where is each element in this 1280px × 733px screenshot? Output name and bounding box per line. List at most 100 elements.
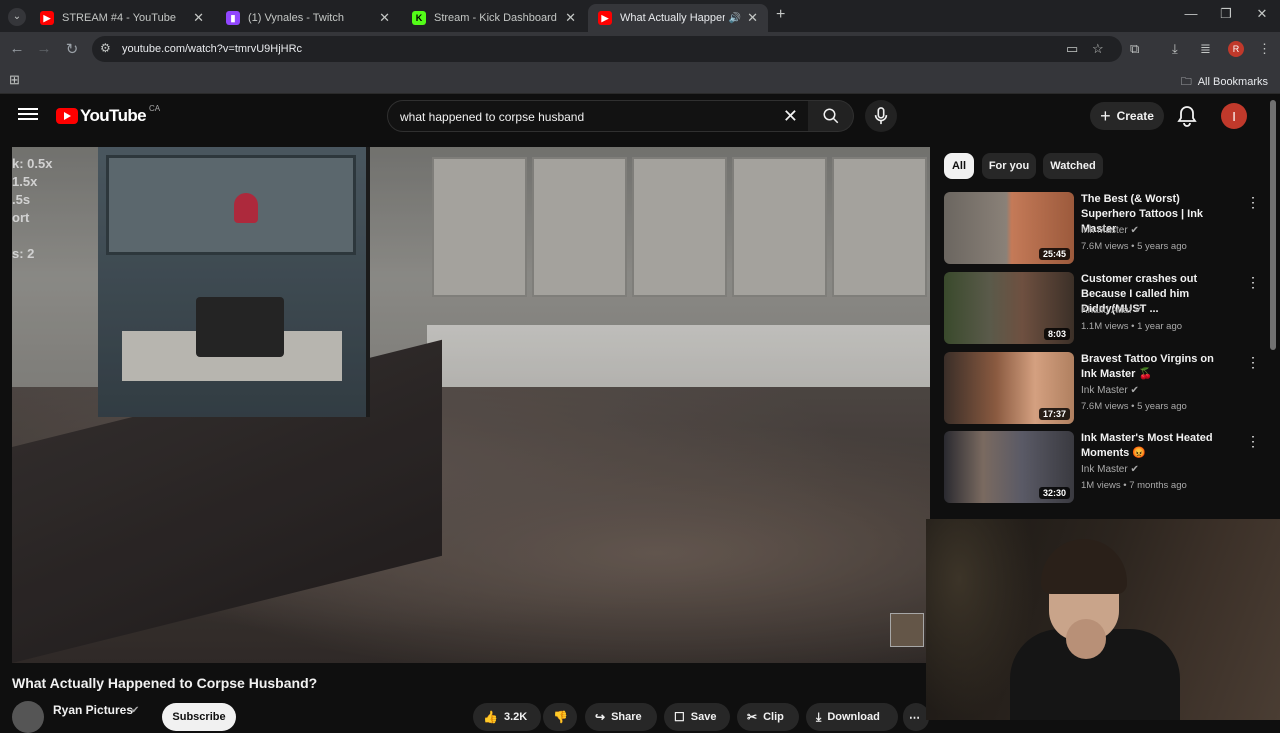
browser-tab-twitch[interactable]: ▮ (1) Vynales - Twitch ✕ — [216, 4, 400, 32]
chip-all[interactable]: All — [944, 153, 974, 179]
browser-menu-icon[interactable]: ⋮ — [1258, 41, 1271, 57]
kick-favicon-icon: K — [412, 11, 426, 25]
voice-search-button[interactable] — [865, 100, 897, 132]
recommendation-item[interactable]: 8:03 Customer crashes out Because I call… — [944, 272, 1264, 346]
scissors-icon: ✂ — [747, 710, 758, 724]
duration-badge: 32:30 — [1038, 487, 1070, 499]
kebab-menu-icon[interactable]: ⋮ — [1246, 354, 1260, 371]
webcam-person-hair — [1041, 539, 1127, 594]
verified-icon: ✔ — [131, 705, 140, 716]
bookmarks-bar: ⊞ 🗀 All Bookmarks — [0, 66, 1280, 94]
speaker-icon[interactable]: 🔊 — [729, 13, 741, 24]
video-player[interactable]: k: 0.5x 1.5x .5s ort s: 2 — [12, 147, 930, 663]
account-avatar[interactable]: I — [1221, 103, 1247, 129]
recommendation-meta: 7.6M views • 5 years ago — [1081, 241, 1187, 252]
like-count: 3.2K — [503, 711, 528, 723]
page-scrollbar[interactable] — [1270, 100, 1276, 350]
profile-avatar[interactable]: R — [1228, 41, 1244, 57]
kebab-menu-icon[interactable]: ⋮ — [1246, 194, 1260, 211]
tab-search-icon[interactable]: ⌄ — [8, 8, 26, 26]
like-button[interactable]: 👍 3.2K — [473, 703, 541, 731]
reload-icon[interactable]: ↻ — [62, 40, 82, 58]
verified-icon: ✔ — [1130, 225, 1139, 236]
chip-watched[interactable]: Watched — [1043, 153, 1103, 179]
close-tab-icon[interactable]: ✕ — [565, 10, 576, 26]
cast-icon[interactable]: ▭ — [1066, 41, 1078, 57]
thumbs-down-icon: 👎 — [553, 710, 568, 724]
menu-icon[interactable] — [18, 105, 38, 125]
create-button[interactable]: + Create — [1090, 102, 1164, 130]
verified-icon: ✔ — [1130, 464, 1139, 475]
video-thumbnail[interactable]: 17:37 — [944, 352, 1074, 424]
bookmark-star-icon[interactable]: ☆ — [1092, 41, 1104, 57]
search-input[interactable]: what happened to corpse husband ✕ — [387, 100, 809, 132]
share-label: Share — [611, 711, 642, 723]
recommendation-meta: 1.1M views • 1 year ago — [1081, 321, 1183, 332]
duration-badge: 17:37 — [1038, 408, 1070, 420]
channel-name[interactable]: Ryan Pictures — [53, 703, 133, 717]
recommendation-item[interactable]: 17:37 Bravest Tattoo Virgins on Ink Mast… — [944, 352, 1264, 426]
forward-icon[interactable]: → — [34, 40, 54, 57]
tab-title: What Actually Happened to — [620, 12, 725, 24]
subscribe-button[interactable]: Subscribe — [162, 703, 236, 731]
recommendation-item[interactable]: 25:45 The Best (& Worst) Superhero Tatto… — [944, 192, 1264, 266]
minimize-icon[interactable]: — — [1176, 6, 1206, 21]
back-icon[interactable]: ← — [7, 40, 27, 57]
search-button[interactable] — [808, 100, 854, 132]
close-tab-icon[interactable]: ✕ — [193, 10, 204, 26]
video-title: What Actually Happened to Corpse Husband… — [12, 675, 318, 691]
downloads-icon[interactable]: ⤓ — [1172, 41, 1178, 57]
save-button[interactable]: ☐ Save — [664, 703, 730, 731]
youtube-logo[interactable]: YouTube CA — [56, 104, 160, 126]
youtube-favicon-icon: ▶ — [40, 11, 54, 25]
new-tab-icon[interactable]: + — [776, 6, 785, 24]
restore-icon[interactable]: ❐ — [1211, 6, 1241, 22]
clear-search-icon[interactable]: ✕ — [783, 106, 798, 127]
site-info-icon[interactable]: ⚙ — [100, 41, 111, 55]
close-tab-icon[interactable]: ✕ — [379, 10, 390, 26]
save-label: Save — [690, 711, 717, 723]
extensions-icon[interactable]: ⧉ — [1130, 41, 1139, 57]
youtube-play-icon — [56, 108, 78, 124]
kebab-menu-icon[interactable]: ⋮ — [1246, 433, 1260, 450]
youtube-favicon-icon: ▶ — [598, 11, 612, 25]
channel-label: Ink Master — [1081, 225, 1128, 236]
share-icon: ↪ — [595, 710, 606, 724]
youtube-wordmark: YouTube — [80, 106, 147, 125]
microphone-icon — [874, 107, 888, 125]
download-icon: ⤓ — [816, 709, 822, 724]
verified-icon: ✔ — [1134, 305, 1143, 316]
recommendation-item[interactable]: 32:30 Ink Master's Most Heated Moments 😡… — [944, 431, 1264, 505]
download-button[interactable]: ⤓ Download — [806, 703, 898, 731]
close-window-icon[interactable]: ✕ — [1247, 6, 1277, 22]
close-tab-icon[interactable]: ✕ — [747, 10, 758, 26]
browser-tab-active-video[interactable]: ▶ What Actually Happened to 🔊 ✕ — [588, 4, 768, 32]
apps-grid-icon[interactable]: ⊞ — [9, 72, 20, 88]
notifications-bell-icon[interactable] — [1177, 105, 1197, 132]
clip-button[interactable]: ✂ Clip — [737, 703, 799, 731]
chip-for-you[interactable]: For you — [982, 153, 1036, 179]
share-button[interactable]: ↪ Share — [585, 703, 657, 731]
webcam-person-hand — [1066, 619, 1106, 659]
channel-label: Ink Master — [1081, 464, 1128, 475]
channel-avatar[interactable] — [12, 701, 44, 733]
twitch-favicon-icon: ▮ — [226, 11, 240, 25]
search-query: what happened to corpse husband — [400, 110, 585, 124]
kebab-menu-icon[interactable]: ⋮ — [1246, 274, 1260, 291]
browser-toolbar: ← → ↻ ⚙ youtube.com/watch?v=tmrvU9HjHRc … — [0, 32, 1280, 66]
media-controls-icon[interactable]: ≣ — [1200, 41, 1211, 57]
save-icon: ☐ — [674, 710, 685, 724]
address-bar[interactable]: ⚙ youtube.com/watch?v=tmrvU9HjHRc — [92, 36, 1122, 62]
browser-tab-kick[interactable]: K Stream - Kick Dashboard ✕ — [402, 4, 586, 32]
all-bookmarks-button[interactable]: 🗀 All Bookmarks — [1181, 73, 1268, 92]
video-thumbnail[interactable]: 8:03 — [944, 272, 1074, 344]
all-bookmarks-label: All Bookmarks — [1197, 76, 1268, 88]
video-thumbnail[interactable]: 32:30 — [944, 431, 1074, 503]
plus-icon: + — [1100, 105, 1111, 126]
dislike-button[interactable]: 👎 — [543, 703, 577, 731]
duration-badge: 8:03 — [1043, 328, 1070, 340]
create-label: Create — [1116, 109, 1154, 123]
video-thumbnail[interactable]: 25:45 — [944, 192, 1074, 264]
browser-tab-stream-youtube[interactable]: ▶ STREAM #4 - YouTube ✕ — [30, 4, 214, 32]
recommendation-channel: Ink Master ✔ — [1081, 225, 1139, 236]
